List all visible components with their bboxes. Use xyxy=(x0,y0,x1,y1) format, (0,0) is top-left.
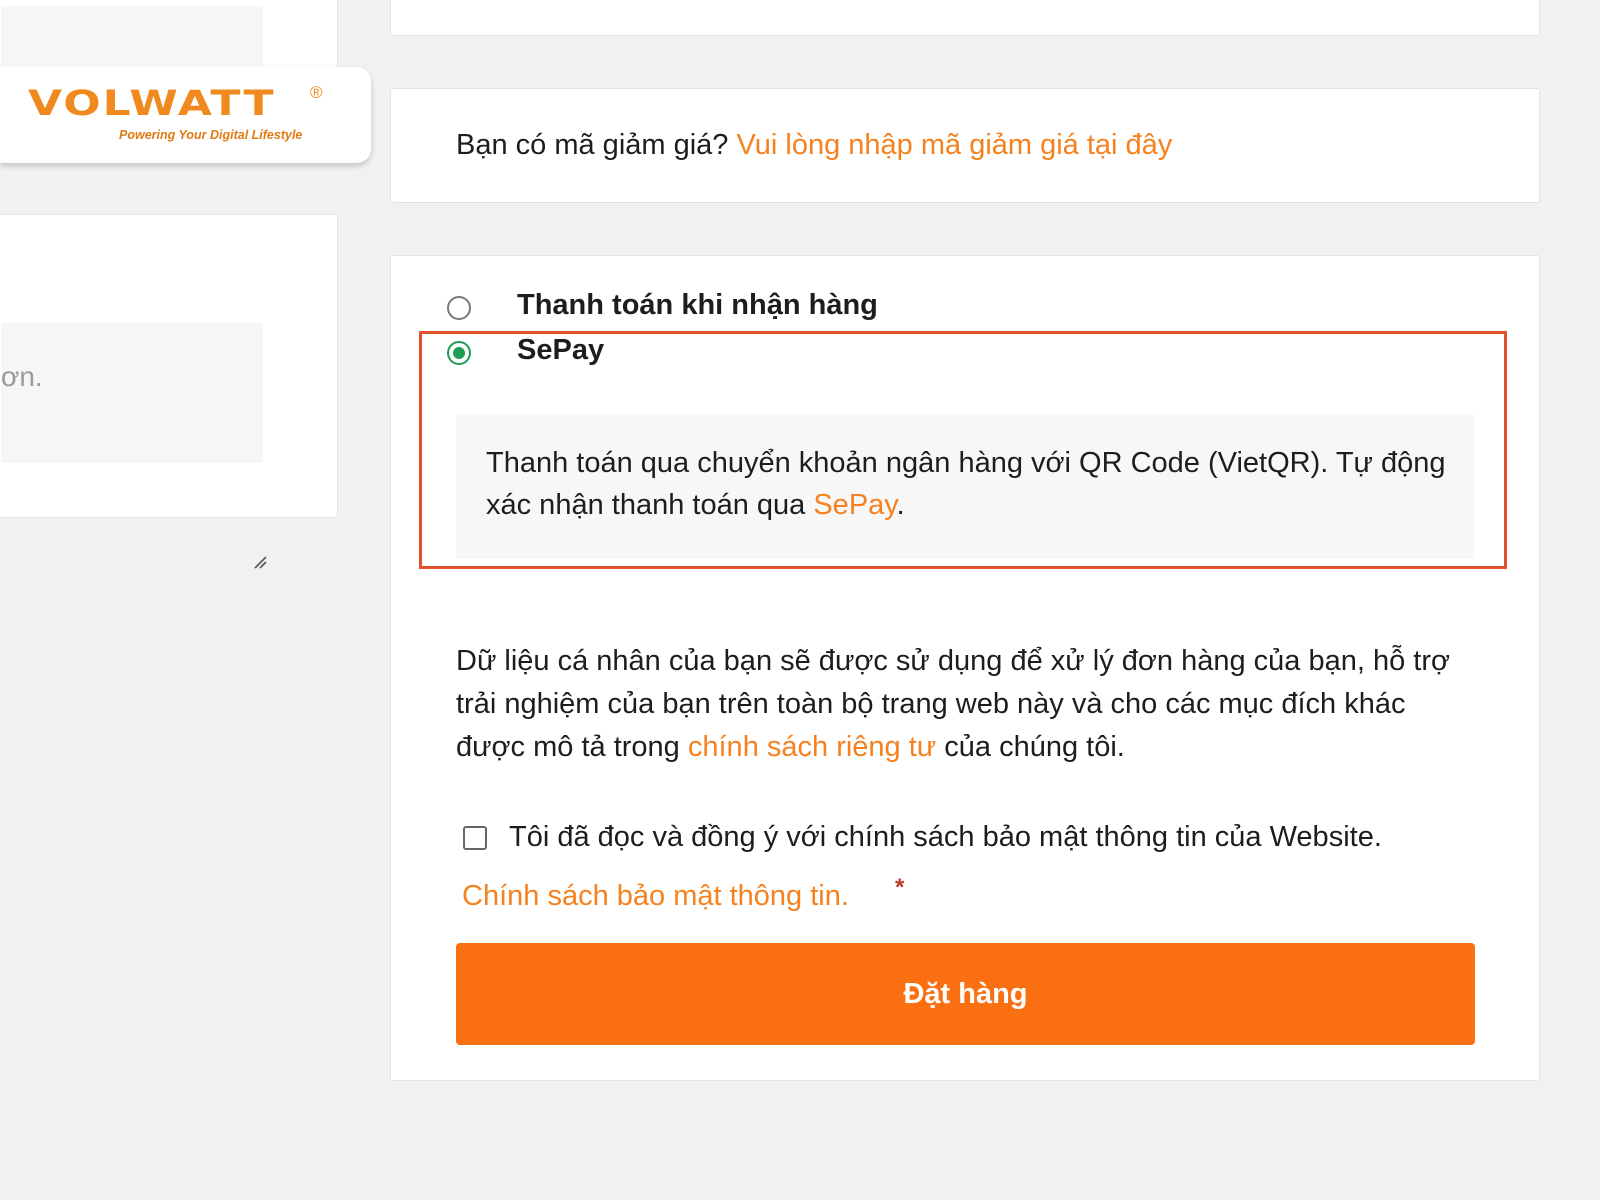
order-notes-placeholder: ơn. xyxy=(1,361,43,392)
place-order-button[interactable]: Đặt hàng xyxy=(456,943,1475,1045)
order-summary-panel xyxy=(390,0,1540,36)
coupon-notice: Bạn có mã giảm giá? Vui lòng nhập mã giả… xyxy=(456,129,1172,162)
brand-logo-card: VOLWATT ® Powering Your Digital Lifestyl… xyxy=(0,67,371,163)
coupon-link[interactable]: Vui lòng nhập mã giảm giá tại đây xyxy=(737,129,1173,161)
radio-sepay[interactable] xyxy=(447,341,471,365)
order-notes-textarea[interactable]: ơn. xyxy=(1,323,267,569)
required-mark: * xyxy=(895,874,905,901)
payment-method-cod-label[interactable]: Thanh toán khi nhận hàng xyxy=(517,289,878,322)
agree-checkbox[interactable] xyxy=(463,826,487,850)
security-policy-link[interactable]: Chính sách bảo mật thông tin. xyxy=(462,880,849,913)
privacy-policy-link[interactable]: chính sách riêng tư xyxy=(688,731,936,763)
brand-logo-wordmark: VOLWATT xyxy=(28,83,276,124)
coupon-panel: Bạn có mã giảm giá? Vui lòng nhập mã giả… xyxy=(390,88,1540,203)
payment-method-sepay-label[interactable]: SePay xyxy=(517,334,604,367)
sepay-description-suffix: . xyxy=(896,489,905,521)
resize-handle-icon[interactable] xyxy=(253,555,267,569)
coupon-prompt: Bạn có mã giảm giá? xyxy=(456,129,729,161)
form-input-field[interactable] xyxy=(1,6,263,66)
privacy-text-after: của chúng tôi. xyxy=(944,731,1125,763)
order-notes-panel: ơn. xyxy=(0,214,338,569)
sepay-description: Thanh toán qua chuyển khoản ngân hàng vớ… xyxy=(486,442,1446,526)
radio-cod[interactable] xyxy=(447,296,471,320)
agree-label[interactable]: Tôi đã đọc và đồng ý với chính sách bảo … xyxy=(509,821,1382,854)
payment-panel: Thanh toán khi nhận hàng SePay Thanh toá… xyxy=(390,255,1540,1081)
sepay-description-text: Thanh toán qua chuyển khoản ngân hàng vớ… xyxy=(486,447,1446,521)
privacy-notice: Dữ liệu cá nhân của bạn sẽ được sử dụng … xyxy=(456,640,1466,769)
sepay-link[interactable]: SePay xyxy=(813,489,896,521)
brand-tagline: Powering Your Digital Lifestyle xyxy=(119,128,303,142)
sepay-description-box: Thanh toán qua chuyển khoản ngân hàng vớ… xyxy=(456,414,1474,559)
registered-mark: ® xyxy=(310,83,323,102)
